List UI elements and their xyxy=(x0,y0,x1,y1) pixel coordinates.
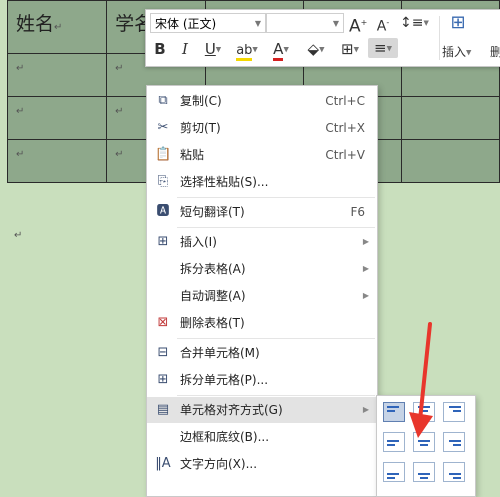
highlighter-icon: ab xyxy=(236,43,253,61)
table-cell[interactable]: ↵ xyxy=(6,96,108,140)
table-cell[interactable]: ↵ xyxy=(6,53,108,97)
align-bottom-center-button[interactable] xyxy=(413,462,435,482)
menu-item-copy[interactable]: ⧉ 复制(C) Ctrl+C xyxy=(147,88,377,114)
line-spacing-button[interactable]: ↕≡▼ xyxy=(400,13,429,33)
bold-button[interactable]: B xyxy=(151,39,169,59)
menu-item-text-direction[interactable]: ‖A 文字方向(X)... xyxy=(147,451,377,477)
menu-item-split-table[interactable]: 拆分表格(A) ▶ xyxy=(147,256,377,282)
menu-item-split-cells[interactable]: ⊞ 拆分单元格(P)... xyxy=(147,367,377,393)
shading-button[interactable]: ⬙▼ xyxy=(302,39,330,59)
mini-toolbar: 宋体 (正文) ▼ ▼ A+ A- ↕≡▼ B I U▼ ab▼ A▼ ⬙▼ ⊞▼… xyxy=(145,9,500,67)
shrink-font-button[interactable]: A- xyxy=(374,13,392,35)
table-cell[interactable] xyxy=(401,139,500,183)
font-name-select[interactable]: 宋体 (正文) ▼ xyxy=(150,13,266,33)
cell-align-icon: ▤ xyxy=(156,402,170,417)
insert-table-icon[interactable]: ⊞ xyxy=(446,13,470,33)
insert-button[interactable]: 插入▼ xyxy=(442,43,471,60)
split-cells-icon: ⊞ xyxy=(157,372,169,387)
font-size-select[interactable]: ▼ xyxy=(266,13,344,33)
table-cell[interactable] xyxy=(401,96,500,140)
paragraph-mark: ↵ xyxy=(14,230,23,241)
submenu-arrow-icon: ▶ xyxy=(362,237,369,246)
border-grid-icon: ⊞ xyxy=(341,40,354,58)
menu-item-merge-cells[interactable]: ⊟ 合并单元格(M) xyxy=(147,340,377,366)
italic-button[interactable]: I xyxy=(176,39,194,59)
text-direction-icon: ‖A xyxy=(155,456,171,471)
underline-button[interactable]: U▼ xyxy=(200,39,226,59)
menu-item-paste[interactable]: 📋 粘贴 Ctrl+V xyxy=(147,142,377,168)
menu-item-paste-special[interactable]: ⎘ 选择性粘贴(S)... xyxy=(147,169,377,195)
paint-bucket-icon: ⬙ xyxy=(307,40,320,58)
clipboard-icon: 📋 xyxy=(155,147,172,162)
delete-table-icon: ⊠ xyxy=(157,315,169,330)
menu-item-delete-table[interactable]: ⊠ 删除表格(T) xyxy=(147,310,377,336)
insert-table-icon: ⊞ xyxy=(157,234,169,249)
cell-name-header[interactable]: 姓名↵ xyxy=(6,0,108,54)
submenu-arrow-icon: ▶ xyxy=(362,264,369,273)
translate-icon: 🅰 xyxy=(156,204,170,219)
delete-button[interactable]: 删 xyxy=(490,43,500,60)
align-bottom-left-button[interactable] xyxy=(383,462,405,482)
borders-button[interactable]: ⊞▼ xyxy=(336,39,364,59)
highlight-button[interactable]: ab▼ xyxy=(233,39,261,61)
align-middle-right-button[interactable] xyxy=(443,432,465,452)
align-bottom-right-button[interactable] xyxy=(443,462,465,482)
menu-item-insert[interactable]: ⊞ 插入(I) ▶ xyxy=(147,229,377,255)
red-arrow-annotation xyxy=(409,322,433,438)
align-icon: ≡ xyxy=(374,39,387,57)
scissors-icon: ✂ xyxy=(157,120,169,135)
menu-item-cut[interactable]: ✂ 剪切(T) Ctrl+X xyxy=(147,115,377,141)
merge-cells-icon: ⊟ xyxy=(157,345,169,360)
menu-item-borders[interactable]: 边框和底纹(B)... xyxy=(147,424,377,450)
submenu-arrow-icon: ▶ xyxy=(362,405,369,414)
line-spacing-icon: ↕≡ xyxy=(400,15,424,31)
table-cell[interactable]: ↵ xyxy=(6,139,108,183)
copy-icon: ⧉ xyxy=(158,93,168,108)
menu-item-translate[interactable]: 🅰 短句翻译(T) F6 xyxy=(147,199,377,225)
paste-special-icon: ⎘ xyxy=(157,174,169,189)
menu-item-autofit[interactable]: 自动调整(A) ▶ xyxy=(147,283,377,309)
font-color-icon: A xyxy=(273,40,284,61)
grow-font-button[interactable]: A+ xyxy=(349,13,367,37)
align-top-right-button[interactable] xyxy=(443,402,465,422)
align-button[interactable]: ≡▼ xyxy=(368,38,398,58)
font-color-button[interactable]: A▼ xyxy=(268,39,294,61)
submenu-arrow-icon: ▶ xyxy=(362,291,369,300)
context-menu: ⧉ 复制(C) Ctrl+C ✂ 剪切(T) Ctrl+X 📋 粘贴 Ctrl+… xyxy=(146,85,378,497)
menu-item-cell-align[interactable]: ▤ 单元格对齐方式(G) ▶ xyxy=(147,397,377,423)
